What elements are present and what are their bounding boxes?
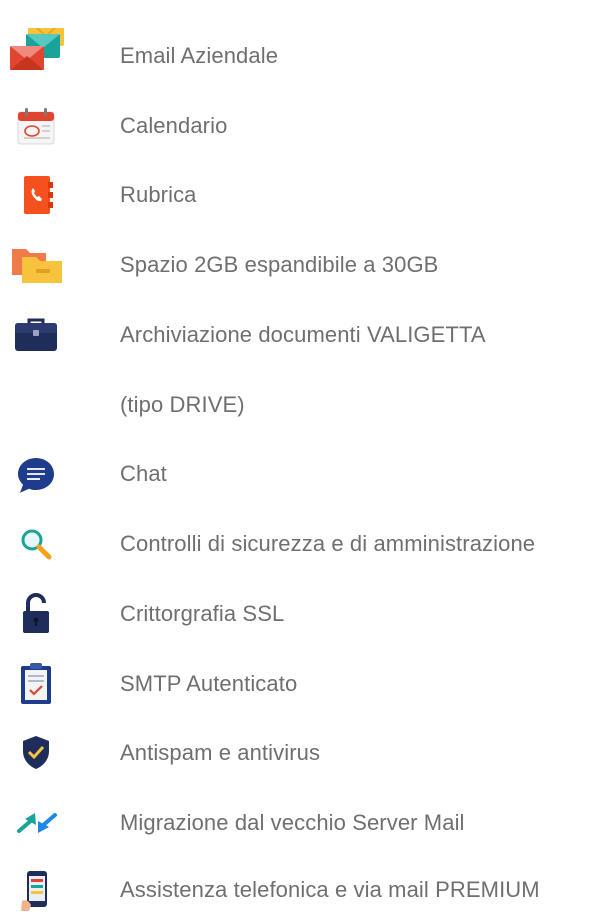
email-envelopes-icon — [4, 28, 68, 81]
folders-icon — [4, 240, 68, 290]
feature-label: Calendario — [120, 113, 228, 138]
chat-bubble-icon — [4, 449, 68, 499]
clipboard-check-icon — [4, 659, 68, 709]
feature-row-antispam: Antispam e antivirus — [0, 728, 592, 778]
feature-label: Crittorgrafia SSL — [120, 601, 285, 626]
address-book-icon — [4, 170, 68, 220]
feature-label: Email Aziendale — [120, 43, 279, 68]
feature-label: Spazio 2GB espandibile a 30GB — [120, 252, 439, 277]
feature-row-archive-note: (tipo DRIVE) — [0, 380, 592, 430]
feature-label: SMTP Autenticato — [120, 671, 298, 696]
feature-label: Antispam e antivirus — [120, 740, 321, 765]
padlock-icon — [4, 589, 68, 639]
migration-arrows-icon — [4, 798, 68, 848]
feature-row-email: Email Aziendale — [0, 28, 592, 81]
feature-row-ssl: Crittorgrafia SSL — [0, 589, 592, 639]
feature-row-migration: Migrazione dal vecchio Server Mail — [0, 798, 592, 848]
feature-label: (tipo DRIVE) — [120, 392, 245, 417]
feature-label: Controlli di sicurezza e di amministrazi… — [120, 531, 536, 556]
calendar-icon — [4, 101, 68, 151]
feature-row-archive: Archiviazione documenti VALIGETTA — [0, 310, 592, 360]
feature-row-address-book: Rubrica — [0, 170, 592, 220]
feature-row-storage: Spazio 2GB espandibile a 30GB — [0, 240, 592, 290]
shield-check-icon — [4, 728, 68, 778]
magnifier-icon — [4, 519, 68, 569]
smartphone-support-icon — [4, 865, 68, 915]
feature-label: Archiviazione documenti VALIGETTA — [120, 322, 486, 347]
feature-row-chat: Chat — [0, 449, 592, 499]
feature-list: Email Aziendale Calendario Rubrica Spazi… — [0, 0, 592, 911]
feature-label: Migrazione dal vecchio Server Mail — [120, 810, 465, 835]
feature-row-security-controls: Controlli di sicurezza e di amministrazi… — [0, 519, 592, 569]
feature-label: Assistenza telefonica e via mail PREMIUM — [120, 877, 540, 902]
feature-label: Rubrica — [120, 182, 197, 207]
briefcase-icon — [4, 310, 68, 360]
feature-label: Chat — [120, 461, 167, 486]
feature-row-smtp: SMTP Autenticato — [0, 659, 592, 709]
feature-row-calendar: Calendario — [0, 101, 592, 151]
feature-row-support: Assistenza telefonica e via mail PREMIUM — [0, 865, 592, 915]
